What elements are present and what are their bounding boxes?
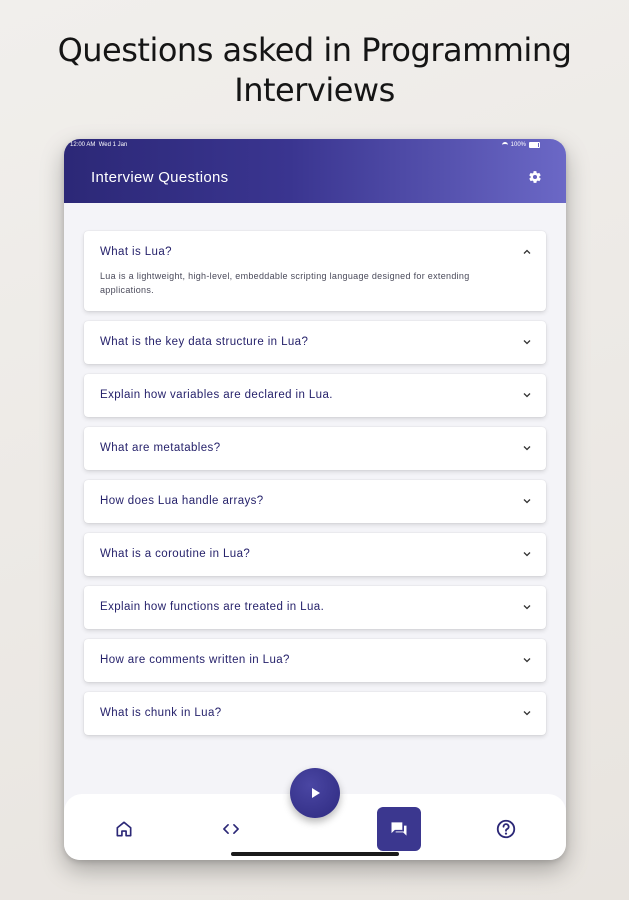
code-icon (223, 824, 239, 834)
home-indicator[interactable] (231, 852, 399, 856)
headline-line-1: Questions asked in Programming (57, 31, 572, 69)
chevron-down-icon (523, 499, 531, 504)
question-text: How does Lua handle arrays? (100, 495, 264, 507)
chevron-down-icon (523, 605, 531, 610)
question-text: What is chunk in Lua? (100, 707, 222, 719)
question-card[interactable]: What are metatables? (84, 427, 546, 470)
nav-questions-button[interactable] (377, 807, 421, 851)
promo-headline: Questions asked in Programming Interview… (0, 30, 629, 110)
status-date: Wed 1 Jan (98, 142, 128, 148)
gear-icon[interactable] (528, 170, 542, 184)
question-card[interactable]: What is Lua? Lua is a lightweight, high-… (84, 231, 546, 311)
chevron-down-icon (523, 340, 531, 345)
chevron-down-icon (523, 393, 531, 398)
question-text: What is the key data structure in Lua? (100, 336, 309, 348)
chat-icon (391, 822, 407, 836)
chevron-down-icon (523, 658, 531, 663)
chevron-down-icon (523, 711, 531, 716)
app-bar: 12:00 AM Wed 1 Jan 100% Interview Questi… (64, 139, 566, 203)
play-icon (312, 788, 320, 798)
question-card[interactable]: What is a coroutine in Lua? (84, 533, 546, 576)
play-button[interactable] (290, 768, 340, 818)
question-card[interactable]: What is the key data structure in Lua? (84, 321, 546, 364)
help-icon (496, 819, 516, 839)
answer-text: Lua is a lightweight, high-level, embedd… (100, 271, 470, 295)
question-list: What is Lua? Lua is a lightweight, high-… (84, 231, 546, 745)
question-card[interactable]: What is chunk in Lua? (84, 692, 546, 735)
nav-help-button[interactable] (484, 807, 528, 851)
chevron-down-icon (523, 552, 531, 557)
tablet-screen: 12:00 AM Wed 1 Jan 100% Interview Questi… (64, 139, 566, 860)
status-time: 12:00 AM (70, 142, 96, 148)
battery-level: 100% (510, 142, 526, 148)
page-title: Interview Questions (91, 169, 229, 186)
question-card[interactable]: How are comments written in Lua? (84, 639, 546, 682)
battery-icon (529, 142, 540, 148)
question-card[interactable]: Explain how variables are declared in Lu… (84, 374, 546, 417)
home-icon (116, 821, 132, 837)
question-text: What are metatables? (100, 442, 221, 454)
question-card[interactable]: How does Lua handle arrays? (84, 480, 546, 523)
nav-code-button[interactable] (209, 807, 253, 851)
question-text: Explain how functions are treated in Lua… (100, 601, 325, 613)
nav-home-button[interactable] (102, 807, 146, 851)
question-text: How are comments written in Lua? (100, 654, 290, 666)
headline-line-2: Interviews (234, 71, 395, 109)
wifi-icon (501, 141, 508, 149)
question-text: What is a coroutine in Lua? (100, 548, 251, 560)
status-bar: 12:00 AM Wed 1 Jan 100% (64, 139, 566, 153)
question-text: Explain how variables are declared in Lu… (100, 389, 333, 401)
question-card[interactable]: Explain how functions are treated in Lua… (84, 586, 546, 629)
chevron-down-icon (523, 446, 531, 451)
chevron-up-icon (523, 249, 531, 254)
question-text: What is Lua? (100, 246, 172, 258)
